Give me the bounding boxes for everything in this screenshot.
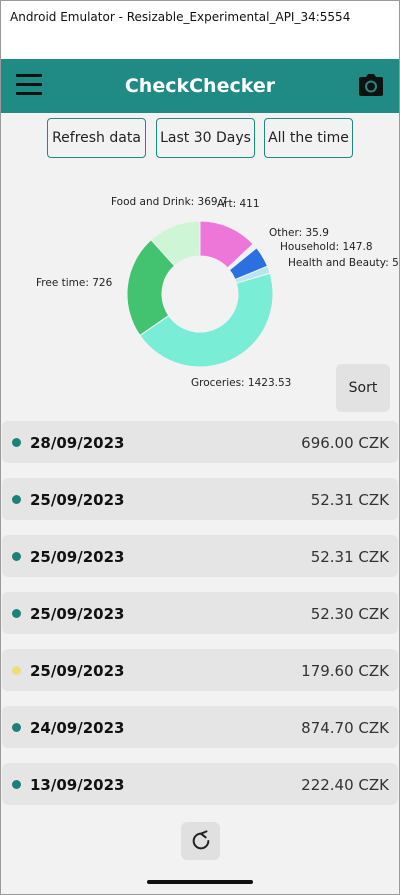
receipt-date: 13/09/2023: [30, 776, 125, 794]
status-dot: [12, 438, 21, 447]
refresh-icon: [192, 830, 209, 850]
window-titlebar: Android Emulator - Resizable_Experimenta…: [1, 1, 399, 33]
label-household: Household: 147.8: [280, 241, 373, 253]
status-dot: [12, 723, 21, 732]
receipt-amount: 874.70 CZK: [301, 719, 389, 737]
last-30-days-button[interactable]: Last 30 Days: [156, 118, 255, 158]
receipt-date: 25/09/2023: [30, 662, 125, 680]
receipt-row[interactable]: 25/09/2023 52.31 CZK: [2, 535, 398, 577]
receipt-amount: 52.31 CZK: [310, 491, 389, 509]
sort-button[interactable]: Sort: [336, 364, 390, 412]
receipt-amount: 52.31 CZK: [310, 548, 389, 566]
all-the-time-button[interactable]: All the time: [264, 118, 353, 158]
receipt-date: 25/09/2023: [30, 548, 125, 566]
status-dot: [12, 495, 21, 504]
filter-bar: Refresh data Last 30 Days All the time: [1, 118, 399, 158]
receipt-date: 25/09/2023: [30, 491, 125, 509]
receipt-date: 25/09/2023: [30, 605, 125, 623]
status-dot: [12, 552, 21, 561]
receipt-row[interactable]: 24/09/2023 874.70 CZK: [2, 706, 398, 748]
label-food-and-drink: Food and Drink: 369.7: [111, 196, 228, 208]
receipt-date: 24/09/2023: [30, 719, 125, 737]
status-dot: [12, 666, 21, 675]
receipt-amount: 222.40 CZK: [301, 776, 389, 794]
receipt-amount: 696.00 CZK: [301, 434, 389, 452]
label-art: Art: 411: [217, 198, 260, 210]
emulator-window: Android Emulator - Resizable_Experimenta…: [0, 0, 400, 895]
spending-donut-chart: Food and Drink: 369.7 Art: 411 Other: 35…: [1, 183, 399, 393]
label-free-time: Free time: 726: [36, 277, 113, 289]
camera-icon[interactable]: [358, 73, 384, 97]
receipt-row[interactable]: 25/09/2023 52.30 CZK: [2, 592, 398, 634]
window-title: Android Emulator - Resizable_Experimenta…: [10, 10, 351, 24]
receipt-amount: 179.60 CZK: [301, 662, 389, 680]
app-title: CheckChecker: [124, 75, 276, 97]
receipt-row[interactable]: 13/09/2023 222.40 CZK: [2, 763, 398, 805]
receipt-row[interactable]: 28/09/2023 696.00 CZK: [2, 421, 398, 463]
gesture-home-bar: [147, 880, 253, 884]
label-health-and-beauty: Health and Beauty: 52: [288, 257, 399, 269]
receipt-amount: 52.30 CZK: [310, 605, 389, 623]
status-dot: [12, 780, 21, 789]
refresh-data-button[interactable]: Refresh data: [47, 118, 146, 158]
label-other: Other: 35.9: [269, 227, 329, 239]
receipt-row[interactable]: 25/09/2023 52.31 CZK: [2, 478, 398, 520]
receipt-date: 28/09/2023: [30, 434, 125, 452]
refresh-button[interactable]: [181, 822, 220, 860]
status-bar: [1, 33, 399, 59]
label-groceries: Groceries: 1423.53: [191, 377, 291, 389]
receipt-row[interactable]: 25/09/2023 179.60 CZK: [2, 649, 398, 691]
app-bar: CheckChecker: [1, 59, 399, 113]
status-dot: [12, 609, 21, 618]
